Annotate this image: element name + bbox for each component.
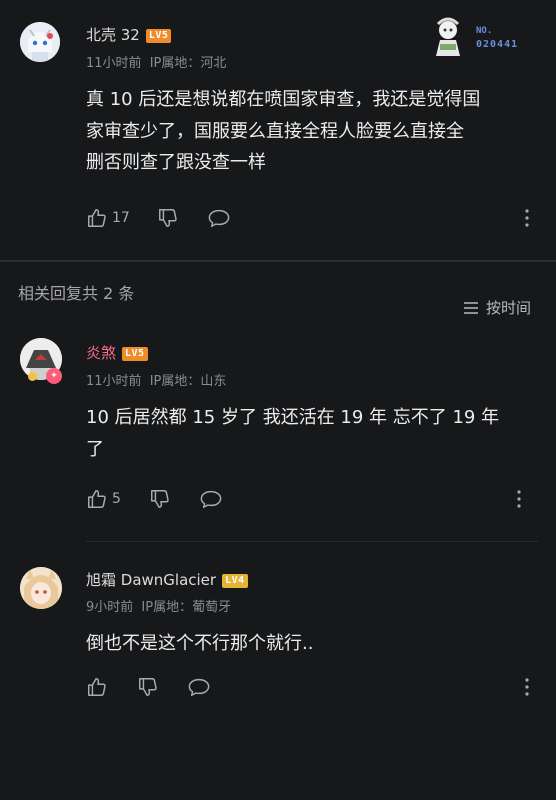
like-count: 17: [112, 210, 130, 226]
like-button[interactable]: [86, 676, 108, 698]
avatar[interactable]: [20, 22, 60, 62]
thumbs-up-icon: [88, 678, 106, 696]
comment-line: 删否则查了跟没查一样: [86, 152, 266, 173]
level-badge: LV5: [145, 28, 172, 43]
reply-button[interactable]: [187, 676, 211, 698]
thumbs-up-icon: [88, 209, 106, 227]
sort-label: 按时间: [486, 299, 532, 317]
badge-label: NO.: [476, 26, 493, 36]
more-options-icon[interactable]: [522, 208, 532, 228]
ip-location: IP属地：山东: [149, 374, 227, 389]
comment-bubble-icon: [200, 490, 222, 508]
badge-avatar-icon: [428, 16, 468, 56]
dislike-button[interactable]: [157, 207, 179, 229]
level-badge: LV5: [122, 346, 148, 361]
section-divider: [0, 260, 556, 262]
comment-line: 家审查少了，国服要么直接全程人脸要么直接全: [86, 120, 464, 142]
comment-time: 11小时前: [86, 374, 142, 389]
status-dot: [28, 372, 37, 381]
username[interactable]: 北壳 32: [86, 26, 140, 44]
dislike-button[interactable]: [149, 488, 171, 510]
ip-location: IP属地：葡萄牙: [141, 600, 232, 615]
sort-icon: [464, 301, 478, 314]
reply-button[interactable]: [199, 488, 223, 510]
fan-badge: NO. 020441: [428, 16, 528, 56]
comment-line: 真 10 后还是想说都在喷国家审查，我还是觉得国: [86, 89, 481, 110]
like-button[interactable]: 5: [86, 488, 121, 510]
thumbs-down-icon: [151, 490, 169, 508]
comment-time: 11小时前: [86, 56, 142, 71]
thumbs-down-icon: [159, 209, 177, 227]
replies-count-title: 相关回复共 2 条: [18, 284, 135, 303]
level-badge: LV4: [222, 573, 248, 588]
comment-time: 9小时前: [86, 600, 134, 615]
thumbs-up-icon: [88, 490, 106, 508]
reply-line: 倒也不是这个不行那个就行..: [86, 633, 314, 654]
reply-line: 了: [86, 438, 104, 460]
more-options-icon[interactable]: [514, 489, 524, 509]
pendant-badge-icon: ✦: [46, 368, 62, 384]
more-options-icon[interactable]: [522, 677, 532, 697]
reply-content: 倒也不是这个不行那个就行..: [86, 628, 536, 660]
reply-line: 10 后居然都 15 岁了 我还活在 19 年 忘不了 19 年: [86, 407, 500, 428]
dislike-button[interactable]: [137, 676, 159, 698]
like-button[interactable]: 17: [86, 207, 130, 229]
thumbs-down-icon: [139, 678, 157, 696]
comment-content: 真 10 后还是想说都在喷国家审查，我还是觉得国 家审查少了，国服要么直接全程人…: [86, 84, 536, 179]
comment-bubble-icon: [188, 678, 210, 696]
like-count: 5: [112, 491, 121, 507]
ip-location: IP属地：河北: [149, 56, 227, 71]
username[interactable]: 旭霜 DawnGlacier: [86, 571, 216, 589]
badge-number: 020441: [476, 39, 519, 50]
reply-button[interactable]: [207, 207, 231, 229]
username[interactable]: 炎煞: [86, 344, 116, 362]
reply-content: 10 后居然都 15 岁了 我还活在 19 年 忘不了 19 年 了: [86, 402, 536, 465]
avatar[interactable]: [20, 567, 62, 609]
reply-divider: [86, 541, 538, 542]
sort-button[interactable]: 按时间: [462, 297, 531, 318]
comment-bubble-icon: [208, 209, 230, 227]
